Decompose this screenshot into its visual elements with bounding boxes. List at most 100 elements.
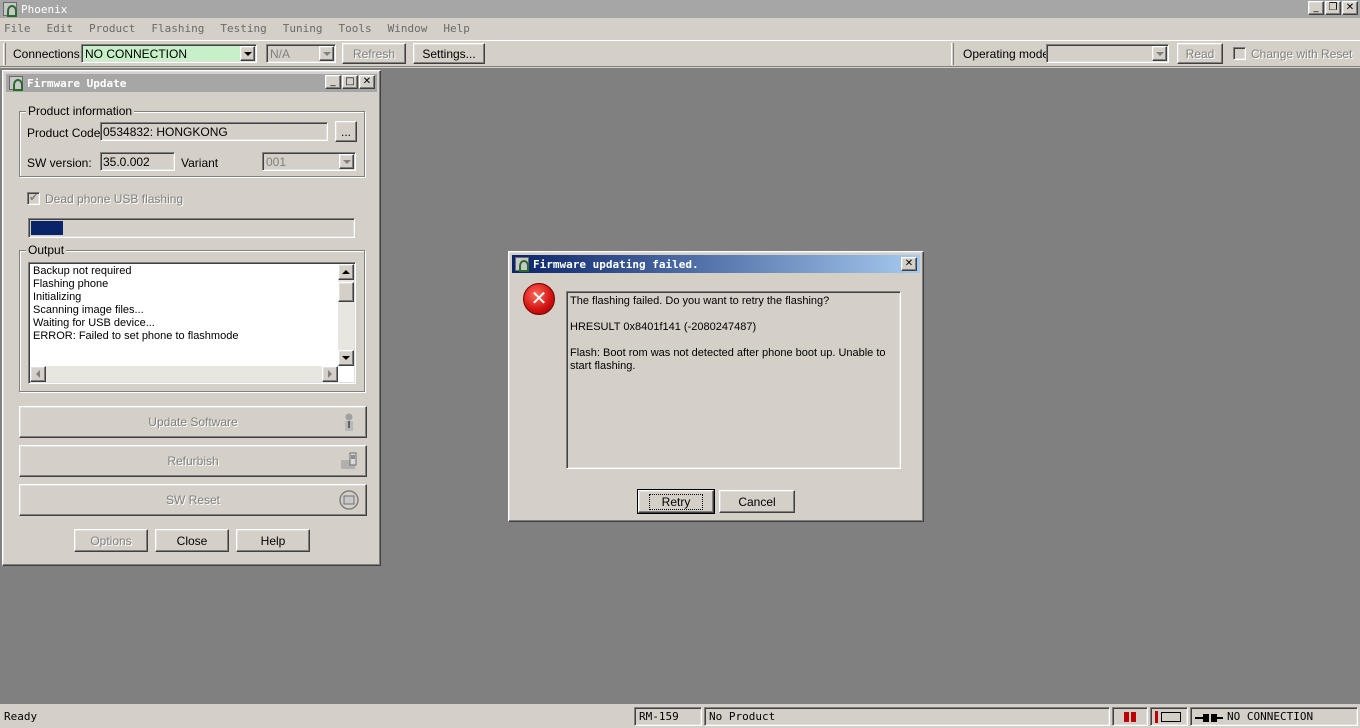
flash-progress-bar [28,218,355,238]
product-code-field[interactable]: 0534832: HONGKONG [100,122,328,141]
scroll-up-button[interactable] [338,264,354,280]
chevron-down-icon[interactable] [1152,46,1167,61]
dialog-title: Firmware updating failed. [533,257,699,271]
dead-phone-checkbox[interactable]: ✔ [27,191,40,205]
help-button[interactable]: Help [236,529,310,552]
dialog-title-bar[interactable]: Firmware updating failed. ✕ [512,255,920,273]
status-device [1150,707,1188,726]
log-line: Waiting for USB device... [33,317,155,329]
log-line: Scanning image files... [33,304,144,316]
sw-reset-label: SW Reset [165,493,220,507]
menu-window[interactable]: Window [388,22,428,35]
restore-button[interactable]: ❐ [1325,1,1341,15]
menu-help[interactable]: Help [443,22,470,35]
toolbar-grip[interactable] [3,43,6,65]
error-icon: ✕ [523,283,555,315]
options-button[interactable]: Options [74,529,148,552]
status-model: RM-159 [634,707,702,726]
menu-edit[interactable]: Edit [47,22,74,35]
phoenix-logo-icon [3,2,17,17]
update-software-button[interactable]: Update Software [19,406,367,438]
scroll-thumb[interactable] [338,282,354,302]
port-select[interactable]: N/A [266,44,336,63]
phone-box-icon [338,450,360,472]
output-label: Output [26,243,67,257]
menu-tuning[interactable]: Tuning [283,22,323,35]
pause-icon [1124,711,1129,722]
log-line: Initializing [33,291,82,303]
chevron-down-icon[interactable] [339,154,354,169]
scroll-down-button[interactable] [338,350,354,366]
firmware-window-title-bar[interactable]: Firmware Update _ □ ✕ [6,74,377,92]
change-with-reset-checkbox[interactable] [1233,47,1246,60]
variant-value: 001 [266,154,287,169]
chevron-down-icon[interactable] [319,46,334,61]
sw-version-field[interactable]: 35.0.002 [100,152,175,171]
log-line: Flashing phone [33,278,109,290]
firmware-window-title: Firmware Update [27,76,127,90]
variant-select[interactable]: 001 [262,152,356,171]
menu-bar: File Edit Product Flashing Testing Tunin… [0,19,1360,38]
reset-globe-icon [338,489,360,511]
connection-select[interactable]: NO CONNECTION [81,44,257,63]
status-indicator [1112,707,1148,726]
status-ready: Ready [4,710,38,723]
chevron-down-icon[interactable] [240,46,255,61]
window-icon [515,257,529,272]
close-icon[interactable]: ✕ [901,257,917,271]
toolbar-grip[interactable] [951,43,954,65]
refresh-button[interactable]: Refresh [342,43,406,64]
refurbish-label: Refurbish [167,454,219,468]
horizontal-scrollbar[interactable] [30,366,338,382]
menu-file[interactable]: File [4,22,31,35]
progress-fill [31,221,63,235]
menu-product[interactable]: Product [89,22,135,35]
menu-tools[interactable]: Tools [338,22,371,35]
update-software-label: Update Software [148,415,238,429]
vertical-scrollbar[interactable] [338,264,354,366]
firmware-failed-dialog: Firmware updating failed. ✕ ✕ The flashi… [508,251,924,522]
change-with-reset-label: Change with Reset [1251,47,1353,61]
maximize-button[interactable]: □ [342,75,358,89]
status-product: No Product [704,707,1110,726]
sw-reset-button[interactable]: SW Reset [19,484,367,516]
read-button[interactable]: Read [1177,43,1223,64]
settings-button[interactable]: Settings... [413,43,485,64]
dead-phone-label: Dead phone USB flashing [45,192,184,206]
close-button[interactable]: Close [155,529,229,552]
connections-label: Connections: [13,47,84,61]
sw-version-label: SW version: [27,156,92,170]
checkmark-icon: ✔ [29,191,39,204]
app-title-bar[interactable]: Phoenix _ ❐ ✕ [0,0,1360,18]
refurbish-button[interactable]: Refurbish [19,445,367,477]
scroll-right-button[interactable] [322,366,338,382]
person-icon [338,411,360,433]
product-info-label: Product information [26,104,135,118]
cancel-button[interactable]: Cancel [719,490,795,513]
scroll-left-button[interactable] [30,366,46,382]
operating-mode-label: Operating mode: [963,47,1053,61]
retry-button[interactable]: Retry [637,489,715,514]
minimize-button[interactable]: _ [1308,1,1324,15]
connection-value: NO CONNECTION [85,46,187,61]
device-icon [1155,710,1158,723]
product-code-label: Product Code: [27,126,104,140]
menu-testing[interactable]: Testing [220,22,266,35]
operating-mode-select[interactable] [1046,44,1169,63]
status-connection: NO CONNECTION [1190,707,1358,726]
minimize-button[interactable]: _ [325,75,341,89]
status-connection-text: NO CONNECTION [1227,710,1314,723]
output-log[interactable]: Backup not required Flashing phone Initi… [28,262,356,384]
retry-label: Retry [648,493,704,510]
screen-icon [1161,711,1181,722]
log-line: ERROR: Failed to set phone to flashmode [33,330,239,342]
close-button[interactable]: ✕ [1342,1,1358,15]
port-value: N/A [270,46,291,61]
variant-label: Variant [181,156,219,170]
log-line: Backup not required [33,265,132,277]
error-message-line: The flashing failed. Do you want to retr… [570,295,830,307]
plug-icon [1195,713,1223,722]
browse-product-button[interactable]: ... [335,121,357,142]
menu-flashing[interactable]: Flashing [151,22,204,35]
close-button[interactable]: ✕ [359,75,375,89]
